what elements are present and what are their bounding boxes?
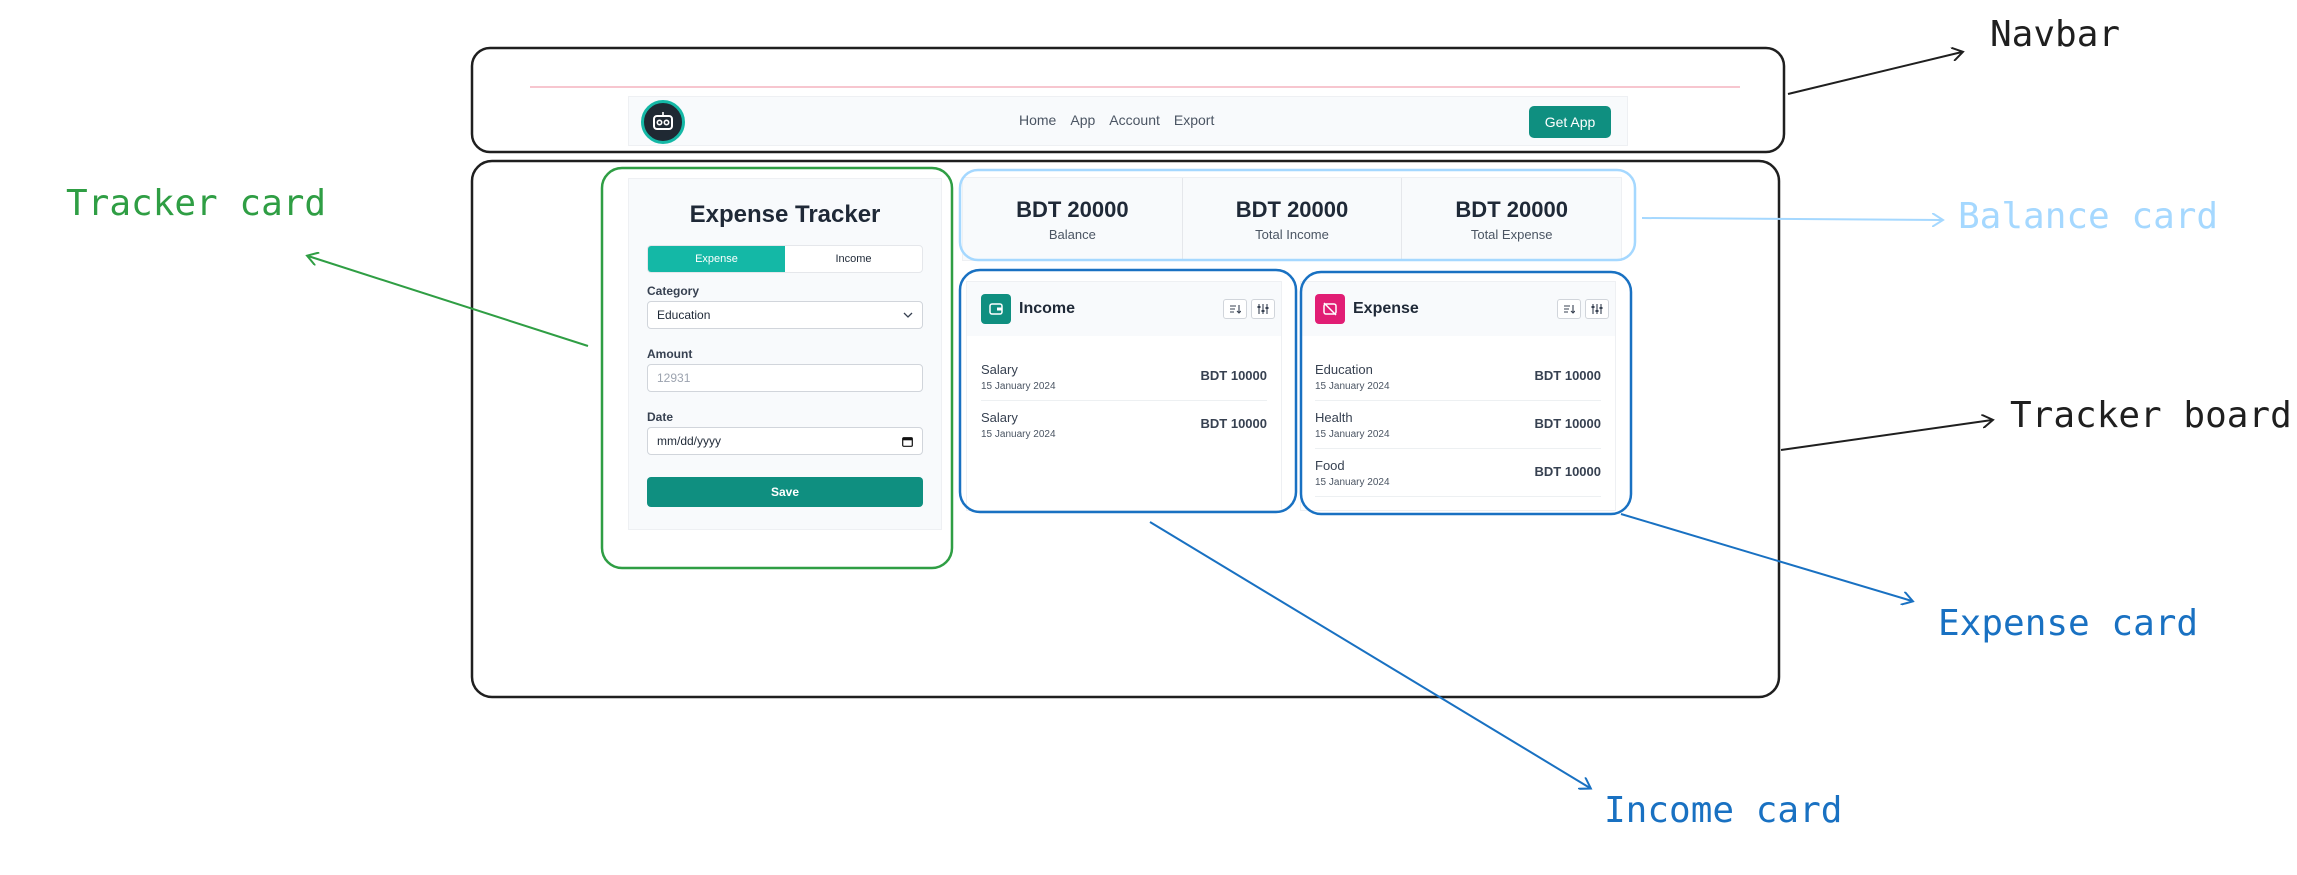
expense-card: Expense Education 15 January 2024 BDT 10… — [1300, 281, 1616, 511]
arrow-navbar — [1787, 52, 1962, 95]
arrow-expense-card — [1620, 513, 1912, 601]
wallet-icon — [981, 294, 1011, 324]
chevron-down-icon — [903, 312, 913, 318]
nav-links: Home App Account Export — [1019, 112, 1214, 128]
arrow-tracker-card — [308, 256, 589, 347]
sort-icon[interactable] — [1223, 299, 1247, 319]
category-select[interactable]: Education — [647, 301, 923, 329]
nav-link-account[interactable]: Account — [1109, 112, 1160, 128]
income-row-date: 15 January 2024 — [981, 381, 1056, 392]
annotation-tracker-card: Tracker card — [66, 183, 327, 224]
expense-row-amount: BDT 10000 — [1534, 464, 1601, 479]
income-card: Income Salary 15 January 2024 BDT 10000 … — [966, 281, 1282, 511]
tab-expense[interactable]: Expense — [648, 246, 785, 272]
total-income-value: BDT 20000 — [1235, 196, 1349, 222]
category-value: Education — [657, 308, 711, 322]
nav-link-app[interactable]: App — [1070, 112, 1095, 128]
income-row-title: Salary — [981, 410, 1018, 425]
robot-face-icon[interactable] — [641, 100, 685, 144]
annotation-tracker-board: Tracker board — [2010, 395, 2292, 436]
balance-value: BDT 20000 — [1016, 196, 1129, 222]
expense-row-date: 15 January 2024 — [1315, 381, 1390, 392]
tab-income[interactable]: Income — [785, 246, 922, 272]
income-row[interactable]: Salary 15 January 2024 BDT 10000 — [981, 354, 1267, 401]
tracker-title: Expense Tracker — [689, 201, 881, 228]
annotation-expense-card: Expense card — [1938, 603, 2199, 644]
income-row-title: Salary — [981, 362, 1018, 377]
income-card-header: Income — [967, 282, 1281, 336]
navbar: Home App Account Export Get App — [628, 96, 1628, 146]
annotation-balance-card: Balance card — [1958, 196, 2219, 237]
date-input[interactable]: mm/dd/yyyy — [647, 427, 923, 455]
calendar-icon — [902, 436, 913, 447]
amount-placeholder: 12931 — [657, 371, 691, 385]
nav-link-home[interactable]: Home — [1019, 112, 1056, 128]
balance-card: BDT 20000 Balance BDT 20000 Total Income… — [962, 177, 1622, 261]
income-row[interactable]: Salary 15 January 2024 BDT 10000 — [981, 402, 1267, 448]
save-button[interactable]: Save — [647, 477, 923, 507]
category-label: Category — [647, 284, 700, 298]
amount-input[interactable]: 12931 — [647, 364, 923, 392]
income-row-amount: BDT 10000 — [1200, 416, 1267, 431]
total-expense-label: Total Expense — [1470, 226, 1553, 242]
get-app-button[interactable]: Get App — [1529, 106, 1611, 138]
total-expense-value: BDT 20000 — [1455, 196, 1568, 222]
date-label: Date — [647, 410, 674, 424]
income-row-amount: BDT 10000 — [1200, 368, 1267, 383]
arrow-balance-card — [1641, 218, 1942, 220]
expense-title: Expense — [1353, 300, 1419, 317]
expense-row[interactable]: Education 15 January 2024 BDT 10000 — [1315, 354, 1601, 401]
expense-row[interactable]: Food 15 January 2024 BDT 10000 — [1315, 450, 1601, 497]
expense-row-amount: BDT 10000 — [1534, 368, 1601, 383]
filter-icon[interactable] — [1585, 299, 1609, 319]
total-income-stat: BDT 20000 Total Income — [1183, 178, 1403, 260]
date-placeholder: mm/dd/yyyy — [657, 434, 722, 448]
total-expense-stat: BDT 20000 Total Expense — [1402, 178, 1621, 260]
expense-card-header: Expense — [1301, 282, 1615, 336]
no-money-icon — [1315, 294, 1345, 324]
expense-row-title: Health — [1315, 410, 1353, 425]
income-row-date: 15 January 2024 — [981, 429, 1056, 440]
expense-row-title: Food — [1315, 458, 1345, 473]
arrow-tracker-board — [1780, 420, 1992, 451]
income-title: Income — [1019, 300, 1076, 317]
total-income-label: Total Income — [1255, 226, 1329, 242]
annotation-income-card: Income card — [1604, 790, 1843, 831]
expense-row-date: 15 January 2024 — [1315, 429, 1390, 440]
annotation-navbar: Navbar — [1990, 14, 2121, 55]
expense-row-title: Education — [1315, 362, 1373, 377]
type-toggle: Expense Income — [647, 245, 923, 273]
expense-row-amount: BDT 10000 — [1534, 416, 1601, 431]
filter-icon[interactable] — [1251, 299, 1275, 319]
arrow-income-card — [1149, 521, 1590, 788]
nav-link-export[interactable]: Export — [1174, 112, 1214, 128]
expense-row[interactable]: Health 15 January 2024 BDT 10000 — [1315, 402, 1601, 449]
sort-icon[interactable] — [1557, 299, 1581, 319]
balance-stat: BDT 20000 Balance — [963, 178, 1183, 260]
amount-label: Amount — [647, 347, 693, 361]
expense-row-date: 15 January 2024 — [1315, 477, 1390, 488]
balance-label: Balance — [1048, 226, 1096, 242]
tracker-card: Expense Tracker Expense Income Category … — [628, 178, 942, 530]
navbar-top-rule — [530, 86, 1740, 88]
